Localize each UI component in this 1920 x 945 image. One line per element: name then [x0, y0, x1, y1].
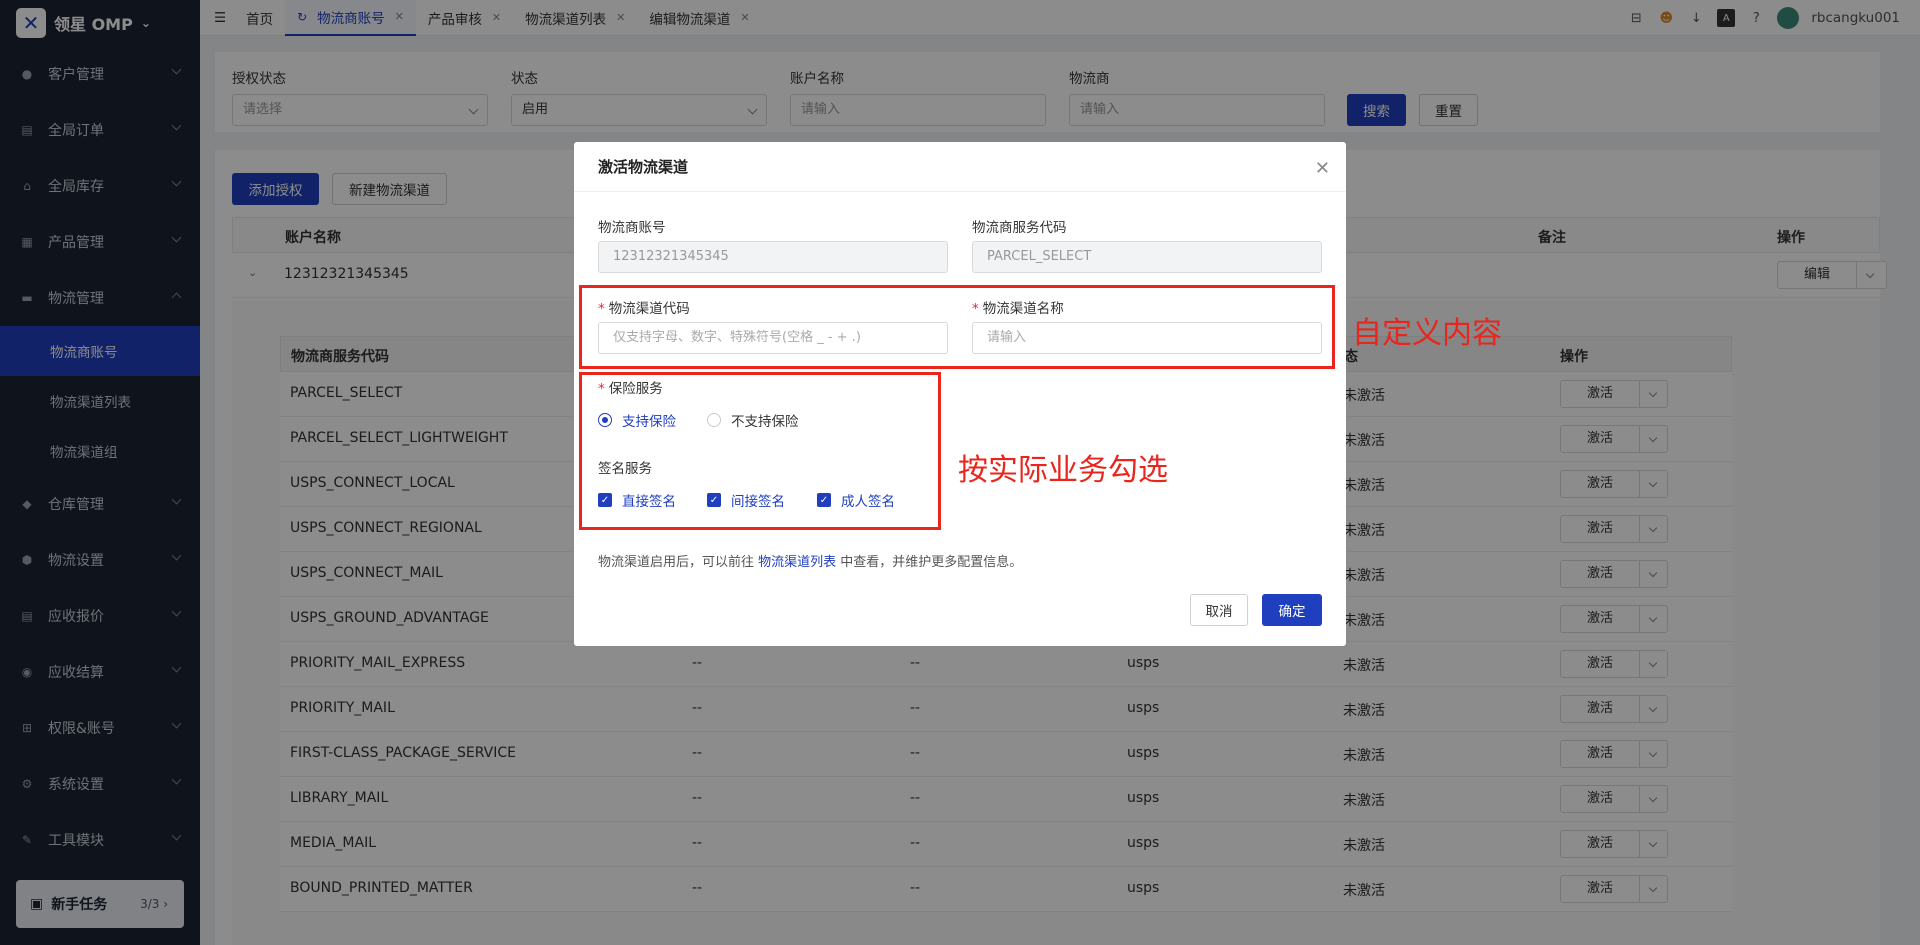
channel-list-link[interactable]: 物流渠道列表: [758, 555, 836, 570]
annotation-box-custom: [579, 285, 1335, 369]
annotation-box-select: [579, 372, 941, 530]
service-code-label: 物流商服务代码: [972, 220, 1067, 236]
dialog-title: 激活物流渠道: [574, 142, 1346, 192]
cancel-button[interactable]: 取消: [1190, 594, 1248, 626]
carrier-account-label: 物流商账号: [598, 220, 666, 236]
service-code-field: PARCEL_SELECT: [972, 241, 1322, 273]
confirm-button[interactable]: 确定: [1262, 594, 1322, 626]
annotation-custom-text: 自定义内容: [1352, 316, 1502, 351]
dialog-note: 物流渠道启用后，可以前往 物流渠道列表 中查看，并维护更多配置信息。: [598, 555, 1023, 570]
close-icon[interactable]: ✕: [1315, 158, 1330, 179]
annotation-select-text: 按实际业务勾选: [958, 453, 1168, 488]
carrier-account-field: 12312321345345: [598, 241, 948, 273]
